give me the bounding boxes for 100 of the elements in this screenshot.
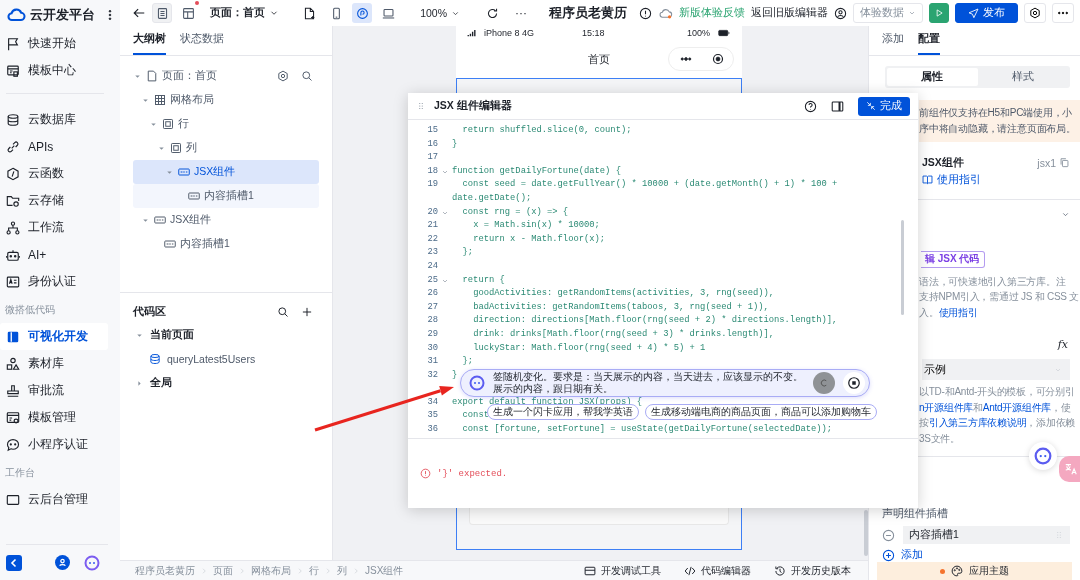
nav-item[interactable]: 素材库 [0, 350, 108, 377]
search-icon[interactable] [301, 70, 313, 82]
line-number: 19 [426, 178, 438, 192]
line-number: 25 [426, 273, 438, 287]
slot-field[interactable]: 内容插槽1 [903, 526, 1070, 545]
tree-item[interactable]: JSX组件 [133, 160, 319, 184]
panel-tab[interactable]: 配置 [918, 31, 940, 55]
example-select[interactable]: 示例 [922, 359, 1070, 381]
done-button[interactable]: 完成 [858, 96, 910, 116]
tree-item[interactable]: JSX组件 [133, 208, 319, 232]
segment-tab[interactable]: 属性 [887, 67, 978, 86]
edit-code-button[interactable]: 辑 JSX 代码 [921, 250, 985, 268]
doc-link[interactable]: n开源组件库 [919, 401, 974, 413]
drag-handle-icon[interactable] [416, 100, 426, 112]
guide-link[interactable]: 使用指引 [922, 172, 1070, 187]
tree-item[interactable]: 内容插槽1 [133, 232, 319, 256]
tree-item[interactable]: 行 [133, 112, 319, 136]
tool-button[interactable]: 开发历史版本 [774, 563, 851, 578]
nav-item[interactable]: 审批流 [0, 377, 108, 404]
segment-tab[interactable]: 样式 [977, 67, 1068, 86]
collapse-icon[interactable] [6, 554, 22, 571]
tree-item[interactable]: 当前页面 [133, 323, 319, 347]
warning-icon[interactable] [639, 6, 652, 20]
back-icon[interactable] [132, 6, 146, 20]
component-icon [178, 166, 190, 178]
publish-button[interactable]: 发布 [955, 3, 1018, 23]
cloud-icon[interactable] [658, 6, 673, 20]
stop-button[interactable] [843, 372, 865, 394]
zoom-select[interactable]: 100% [414, 7, 466, 19]
remove-icon[interactable] [882, 528, 895, 542]
side-panel-icon[interactable] [831, 99, 844, 113]
tree-item[interactable]: 内容插槽1 [133, 184, 319, 208]
tree-item[interactable]: 列 [133, 136, 319, 160]
nav-item[interactable]: 身份认证 [0, 268, 108, 295]
refresh-icon[interactable] [486, 6, 499, 20]
tool-button[interactable]: 代码编辑器 [684, 563, 751, 578]
data-select[interactable]: 体验数据 [853, 3, 923, 23]
suggestion-chip[interactable]: 生成移动端电商的商品页面，商品可以添加购物车 [645, 404, 877, 420]
battery-text: 100% [686, 28, 710, 38]
nav-item[interactable]: 工作流 [0, 214, 108, 241]
page-select[interactable]: 页面：首页 [204, 6, 285, 20]
panel-tab[interactable]: 状态数据 [180, 32, 224, 55]
settings-icon[interactable] [277, 70, 289, 82]
layout-icon [181, 6, 195, 20]
search-icon[interactable] [277, 306, 289, 318]
nav-item[interactable]: 快速开始 [0, 30, 108, 57]
user-avatar-icon[interactable] [55, 555, 70, 570]
nav-item[interactable]: 模板中心 [0, 57, 108, 84]
tree-item[interactable]: 网格布局 [133, 88, 319, 112]
nav-item[interactable]: 云后台管理 [0, 486, 108, 513]
assistant-icon[interactable] [84, 554, 100, 571]
tree-item[interactable]: 全局 [133, 371, 319, 395]
book-icon [922, 174, 933, 186]
view-toggle[interactable] [152, 3, 172, 23]
guide-link[interactable]: 使用指引 [938, 306, 978, 318]
id-card-icon [6, 274, 20, 289]
code-line: function getDailyFortune(date) { [452, 164, 621, 178]
nav-item[interactable]: 可视化开发 [0, 323, 108, 350]
code-line: return shuffled.slice(0, count); [461, 124, 632, 137]
more-button[interactable] [1052, 3, 1074, 23]
nav-item[interactable]: 云数据库 [0, 106, 108, 133]
theme-bar[interactable]: 应用主题 [877, 562, 1072, 580]
doc-link[interactable]: 引入第三方库依赖说明 [928, 417, 1027, 429]
signal-icon [466, 28, 478, 38]
code-line: badActivities: getRandomItems(taboos, 3, rng(seed + 1)), [472, 300, 769, 314]
nav-item[interactable]: APIs [0, 133, 108, 160]
line-number: 30 [426, 341, 438, 355]
scrollbar [864, 510, 868, 556]
line-number: 24 [426, 259, 438, 273]
query-item[interactable]: queryLatest5Users [133, 347, 319, 371]
laptop-icon [381, 6, 395, 20]
collapse-arrows-icon [866, 101, 876, 111]
database-icon [6, 112, 20, 127]
description-text: 语法，可快速地引入第三方库。注 [919, 274, 1066, 289]
panel-tab[interactable]: 添加 [882, 31, 904, 55]
help-icon[interactable] [804, 99, 817, 113]
monitor-icon [6, 492, 20, 507]
more-menu[interactable]: ··· [515, 6, 527, 20]
nav-item[interactable]: 模板管理 [0, 404, 108, 431]
suggestion-chip[interactable]: 生成一个闪卡应用，帮我学英语 [487, 404, 639, 420]
tool-button[interactable]: 开发调试工具 [584, 563, 661, 578]
nav-item[interactable]: 小程序认证 [0, 431, 108, 458]
add-button[interactable]: 添加 [869, 544, 1080, 563]
doc-link[interactable]: Antd开源组件库 [982, 401, 1052, 413]
nav-item[interactable]: 云函数 [0, 160, 108, 187]
settings-button[interactable] [1024, 3, 1046, 23]
panel-tab[interactable]: 大纲树 [133, 32, 166, 55]
user-icon[interactable] [834, 6, 847, 20]
nav-item[interactable]: 云存储 [0, 187, 108, 214]
line-number: 21 [426, 219, 438, 233]
add-page-icon[interactable] [303, 6, 317, 20]
nav-item[interactable]: AI+ [0, 241, 108, 268]
device-toggle[interactable] [352, 3, 373, 23]
tree-item[interactable]: 页面：首页 [133, 64, 319, 88]
formula-icon[interactable]: fx [1057, 338, 1068, 352]
copy-icon[interactable] [1059, 157, 1070, 169]
legacy-editor-link[interactable]: 返回旧版编辑器 [751, 6, 828, 20]
assistant-button[interactable] [1029, 442, 1057, 470]
workflow-icon [6, 220, 20, 235]
add-icon[interactable] [301, 306, 313, 318]
